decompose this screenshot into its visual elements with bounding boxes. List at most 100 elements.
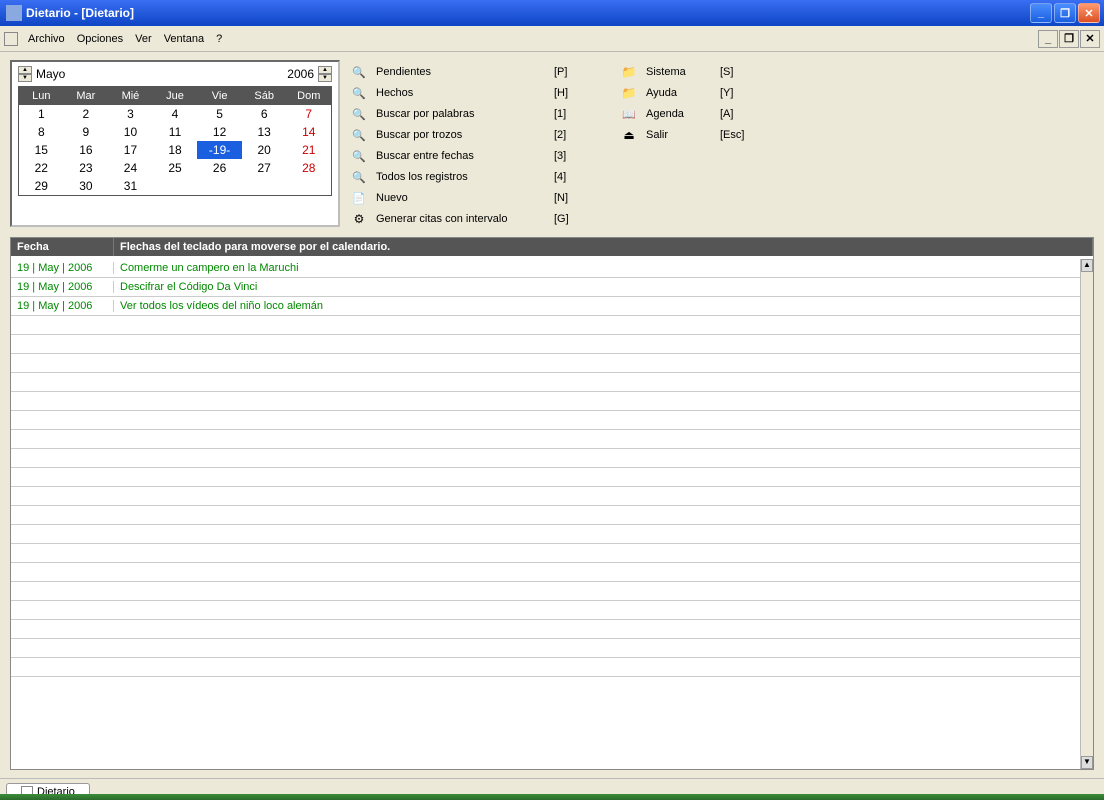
action-shortcut: [S] bbox=[720, 66, 756, 78]
calendar-day[interactable]: 18 bbox=[153, 141, 198, 159]
table-row[interactable]: 19 | May | 2006Descifrar el Código Da Vi… bbox=[11, 278, 1080, 297]
calendar-day[interactable]: 22 bbox=[19, 159, 64, 177]
calendar-grid: LunMarMiéJueVieSábDom 123456789101112131… bbox=[18, 86, 332, 196]
table-row-empty[interactable] bbox=[11, 620, 1080, 639]
table-row-empty[interactable] bbox=[11, 525, 1080, 544]
table-row-empty[interactable] bbox=[11, 449, 1080, 468]
action-item[interactable]: Generar citas con intervalo[G] bbox=[350, 211, 590, 227]
action-item[interactable]: Buscar entre fechas[3] bbox=[350, 148, 590, 164]
calendar-day[interactable]: 25 bbox=[153, 159, 198, 177]
action-item[interactable]: Hechos[H] bbox=[350, 85, 590, 101]
calendar-day[interactable]: 31 bbox=[108, 177, 153, 195]
action-item[interactable]: Agenda[A] bbox=[620, 106, 756, 122]
menu-ver[interactable]: Ver bbox=[129, 31, 158, 47]
calendar-day[interactable]: 5 bbox=[197, 105, 242, 123]
calendar-day[interactable]: 13 bbox=[242, 123, 287, 141]
calendar-day[interactable]: 9 bbox=[64, 123, 109, 141]
cell-desc: Ver todos los vídeos del niño loco alemá… bbox=[114, 300, 1080, 312]
table-row[interactable]: 19 | May | 2006Comerme un campero en la … bbox=[11, 259, 1080, 278]
month-spinner[interactable]: ▲▼ bbox=[18, 66, 32, 82]
calendar-week: 1234567 bbox=[19, 105, 331, 123]
action-item[interactable]: Todos los registros[4] bbox=[350, 169, 590, 185]
column-header-fecha[interactable]: Fecha bbox=[11, 238, 114, 256]
table-row-empty[interactable] bbox=[11, 563, 1080, 582]
menu-icon bbox=[4, 32, 18, 46]
calendar-day[interactable]: 12 bbox=[197, 123, 242, 141]
icon-search bbox=[350, 85, 368, 101]
table-row-empty[interactable] bbox=[11, 392, 1080, 411]
table-row-empty[interactable] bbox=[11, 468, 1080, 487]
calendar-day[interactable]: 23 bbox=[64, 159, 109, 177]
action-item[interactable]: Salir[Esc] bbox=[620, 127, 756, 143]
table-row-empty[interactable] bbox=[11, 354, 1080, 373]
table-row-empty[interactable] bbox=[11, 658, 1080, 677]
cell-date: 19 | May | 2006 bbox=[11, 262, 114, 274]
calendar-day[interactable]: 6 bbox=[242, 105, 287, 123]
calendar-day[interactable]: 7 bbox=[286, 105, 331, 123]
action-item[interactable]: Buscar por palabras[1] bbox=[350, 106, 590, 122]
menu-help[interactable]: ? bbox=[210, 31, 228, 47]
calendar-day[interactable]: 30 bbox=[64, 177, 109, 195]
icon-new bbox=[350, 190, 368, 206]
calendar-weekday: Mié bbox=[108, 87, 153, 105]
menu-ventana[interactable]: Ventana bbox=[158, 31, 210, 47]
year-spinner[interactable]: ▲▼ bbox=[318, 66, 332, 82]
action-item[interactable]: Pendientes[P] bbox=[350, 64, 590, 80]
close-button[interactable]: ✕ bbox=[1078, 3, 1100, 23]
calendar-week: 293031 bbox=[19, 177, 331, 195]
action-item[interactable]: Ayuda[Y] bbox=[620, 85, 756, 101]
vertical-scrollbar[interactable]: ▲ ▼ bbox=[1080, 259, 1093, 769]
calendar-day[interactable]: 3 bbox=[108, 105, 153, 123]
table-row-empty[interactable] bbox=[11, 373, 1080, 392]
scroll-down-button[interactable]: ▼ bbox=[1081, 756, 1093, 769]
table-row-empty[interactable] bbox=[11, 544, 1080, 563]
table-row-empty[interactable] bbox=[11, 316, 1080, 335]
calendar-day[interactable]: 17 bbox=[108, 141, 153, 159]
calendar-day[interactable]: 1 bbox=[19, 105, 64, 123]
action-item[interactable]: Nuevo[N] bbox=[350, 190, 590, 206]
mdi-close-button[interactable]: ✕ bbox=[1080, 30, 1100, 48]
calendar-day[interactable]: 15 bbox=[19, 141, 64, 159]
action-item[interactable]: Buscar por trozos[2] bbox=[350, 127, 590, 143]
table-row-empty[interactable] bbox=[11, 487, 1080, 506]
calendar-weekday: Mar bbox=[64, 87, 109, 105]
cell-date: 19 | May | 2006 bbox=[11, 300, 114, 312]
table-row-empty[interactable] bbox=[11, 430, 1080, 449]
minimize-button[interactable]: _ bbox=[1030, 3, 1052, 23]
calendar-day[interactable]: 28 bbox=[286, 159, 331, 177]
menu-opciones[interactable]: Opciones bbox=[71, 31, 129, 47]
calendar-day[interactable]: 29 bbox=[19, 177, 64, 195]
calendar-day[interactable]: 21 bbox=[286, 141, 331, 159]
table-row-empty[interactable] bbox=[11, 335, 1080, 354]
calendar-day[interactable]: 10 bbox=[108, 123, 153, 141]
menu-archivo[interactable]: Archivo bbox=[22, 31, 71, 47]
action-label: Pendientes bbox=[376, 66, 546, 78]
titlebar: Dietario - [Dietario] _ ❐ ✕ bbox=[0, 0, 1104, 26]
table-header: Fecha Flechas del teclado para moverse p… bbox=[11, 238, 1093, 256]
calendar-day[interactable]: 14 bbox=[286, 123, 331, 141]
mdi-minimize-button[interactable]: _ bbox=[1038, 30, 1058, 48]
calendar-day[interactable]: 16 bbox=[64, 141, 109, 159]
calendar-day[interactable]: 11 bbox=[153, 123, 198, 141]
table-row-empty[interactable] bbox=[11, 601, 1080, 620]
calendar-day[interactable]: -19- bbox=[197, 141, 242, 159]
calendar-day[interactable]: 2 bbox=[64, 105, 109, 123]
table-row-empty[interactable] bbox=[11, 411, 1080, 430]
calendar-day[interactable]: 20 bbox=[242, 141, 287, 159]
action-item[interactable]: Sistema[S] bbox=[620, 64, 756, 80]
mdi-restore-button[interactable]: ❐ bbox=[1059, 30, 1079, 48]
table-row-empty[interactable] bbox=[11, 506, 1080, 525]
calendar-day[interactable]: 4 bbox=[153, 105, 198, 123]
table-row-empty[interactable] bbox=[11, 639, 1080, 658]
table-row-empty[interactable] bbox=[11, 582, 1080, 601]
maximize-button[interactable]: ❐ bbox=[1054, 3, 1076, 23]
table-row[interactable]: 19 | May | 2006Ver todos los vídeos del … bbox=[11, 297, 1080, 316]
action-shortcut: [Y] bbox=[720, 87, 756, 99]
calendar-day[interactable]: 24 bbox=[108, 159, 153, 177]
calendar-day[interactable]: 27 bbox=[242, 159, 287, 177]
scroll-up-button[interactable]: ▲ bbox=[1081, 259, 1093, 272]
calendar-day[interactable]: 8 bbox=[19, 123, 64, 141]
column-header-desc[interactable]: Flechas del teclado para moverse por el … bbox=[114, 238, 1093, 256]
window-title: Dietario - [Dietario] bbox=[26, 6, 1030, 20]
calendar-day[interactable]: 26 bbox=[197, 159, 242, 177]
